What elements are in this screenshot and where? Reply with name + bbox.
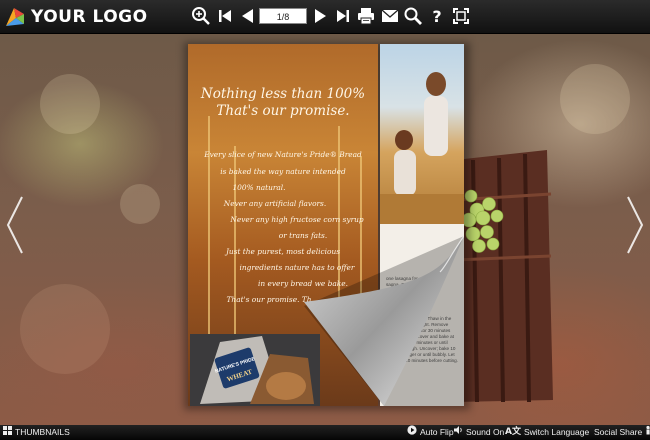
share-label: Social Share	[594, 427, 643, 437]
fullscreen-icon[interactable]	[451, 6, 471, 26]
svg-text:?: ?	[432, 7, 441, 26]
page-headline: Nothing less than 100% That's our promis…	[188, 86, 378, 120]
body-text-line: Never any high fructose corn syrup	[230, 215, 364, 224]
top-toolbar: YOUR LOGO 1/8 ?	[0, 0, 650, 34]
search-icon[interactable]	[403, 6, 423, 26]
switch-language-button[interactable]: A文 Switch Language	[505, 425, 589, 440]
headline-line: That's our promise.	[216, 103, 350, 119]
wheat-stalk	[234, 146, 236, 346]
logo-text: YOUR LOGO	[31, 7, 148, 27]
bokeh-light	[40, 74, 100, 134]
thumbnails-button[interactable]: THUMBNAILS	[3, 425, 70, 440]
print-icon[interactable]	[356, 6, 376, 26]
previous-page-icon[interactable]	[238, 6, 258, 26]
next-page-arrow[interactable]	[624, 195, 646, 255]
headline-line: Nothing less than 100%	[200, 86, 366, 102]
last-page-icon[interactable]	[333, 6, 353, 26]
next-page-icon[interactable]	[310, 6, 330, 26]
thumbnails-label: THUMBNAILS	[15, 427, 70, 437]
logo: YOUR LOGO	[4, 4, 148, 30]
sound-toggle[interactable]: Sound On	[453, 425, 504, 440]
help-icon[interactable]: ?	[427, 6, 447, 26]
play-icon	[407, 425, 417, 440]
family-photo	[380, 44, 464, 224]
basket-image	[454, 140, 555, 410]
sound-label: Sound On	[466, 427, 505, 437]
grid-icon	[3, 425, 12, 440]
bokeh-light	[120, 184, 160, 224]
zoom-in-icon[interactable]	[191, 6, 211, 26]
language-icon: A文	[505, 427, 521, 437]
bokeh-light	[560, 64, 630, 134]
speaker-icon	[453, 425, 463, 440]
first-page-icon[interactable]	[215, 6, 235, 26]
body-text-line: Never any artificial flavors.	[223, 199, 327, 208]
people-icon	[645, 425, 650, 440]
bottom-toolbar: THUMBNAILS Auto Flip Sound On A文 Switch …	[0, 425, 650, 440]
auto-flip-label: Auto Flip	[420, 427, 454, 437]
page-curl[interactable]	[300, 235, 465, 406]
email-icon[interactable]	[380, 6, 400, 26]
social-share-button[interactable]: Social Share	[594, 425, 650, 440]
bokeh-light	[20, 284, 110, 374]
body-text-line: Every slice of new Nature's Pride® Bread	[204, 150, 362, 159]
previous-page-arrow[interactable]	[4, 195, 26, 255]
language-label: Switch Language	[523, 427, 590, 437]
body-text-line: is baked the way nature intended	[220, 167, 346, 176]
auto-flip-button[interactable]: Auto Flip	[407, 425, 454, 440]
logo-icon	[4, 6, 26, 28]
body-text-line: 100% natural.	[232, 183, 286, 192]
page-number-input[interactable]: 1/8	[259, 8, 307, 24]
